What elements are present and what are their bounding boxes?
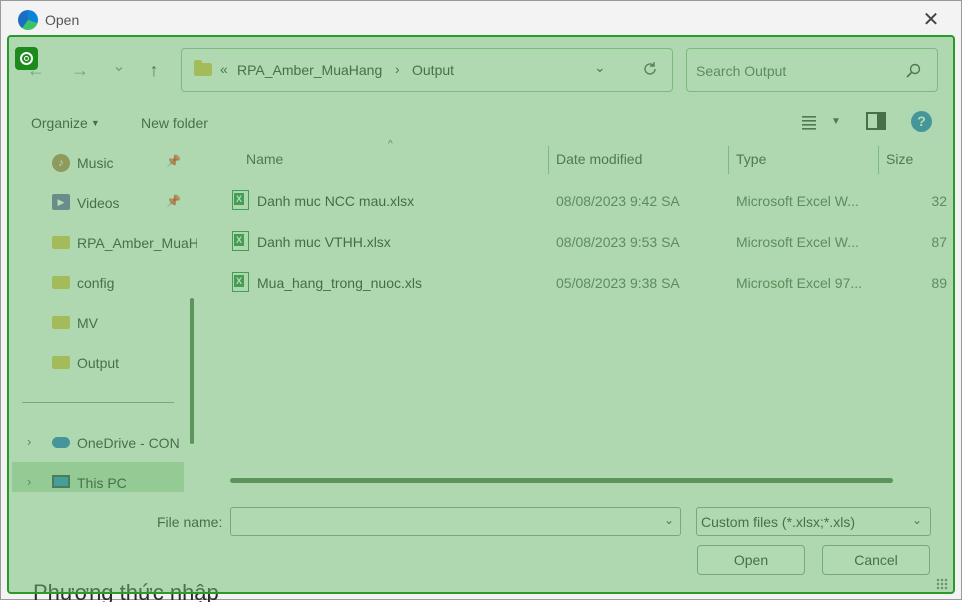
highlight-overlay <box>7 35 955 594</box>
target-badge-icon <box>15 47 38 70</box>
